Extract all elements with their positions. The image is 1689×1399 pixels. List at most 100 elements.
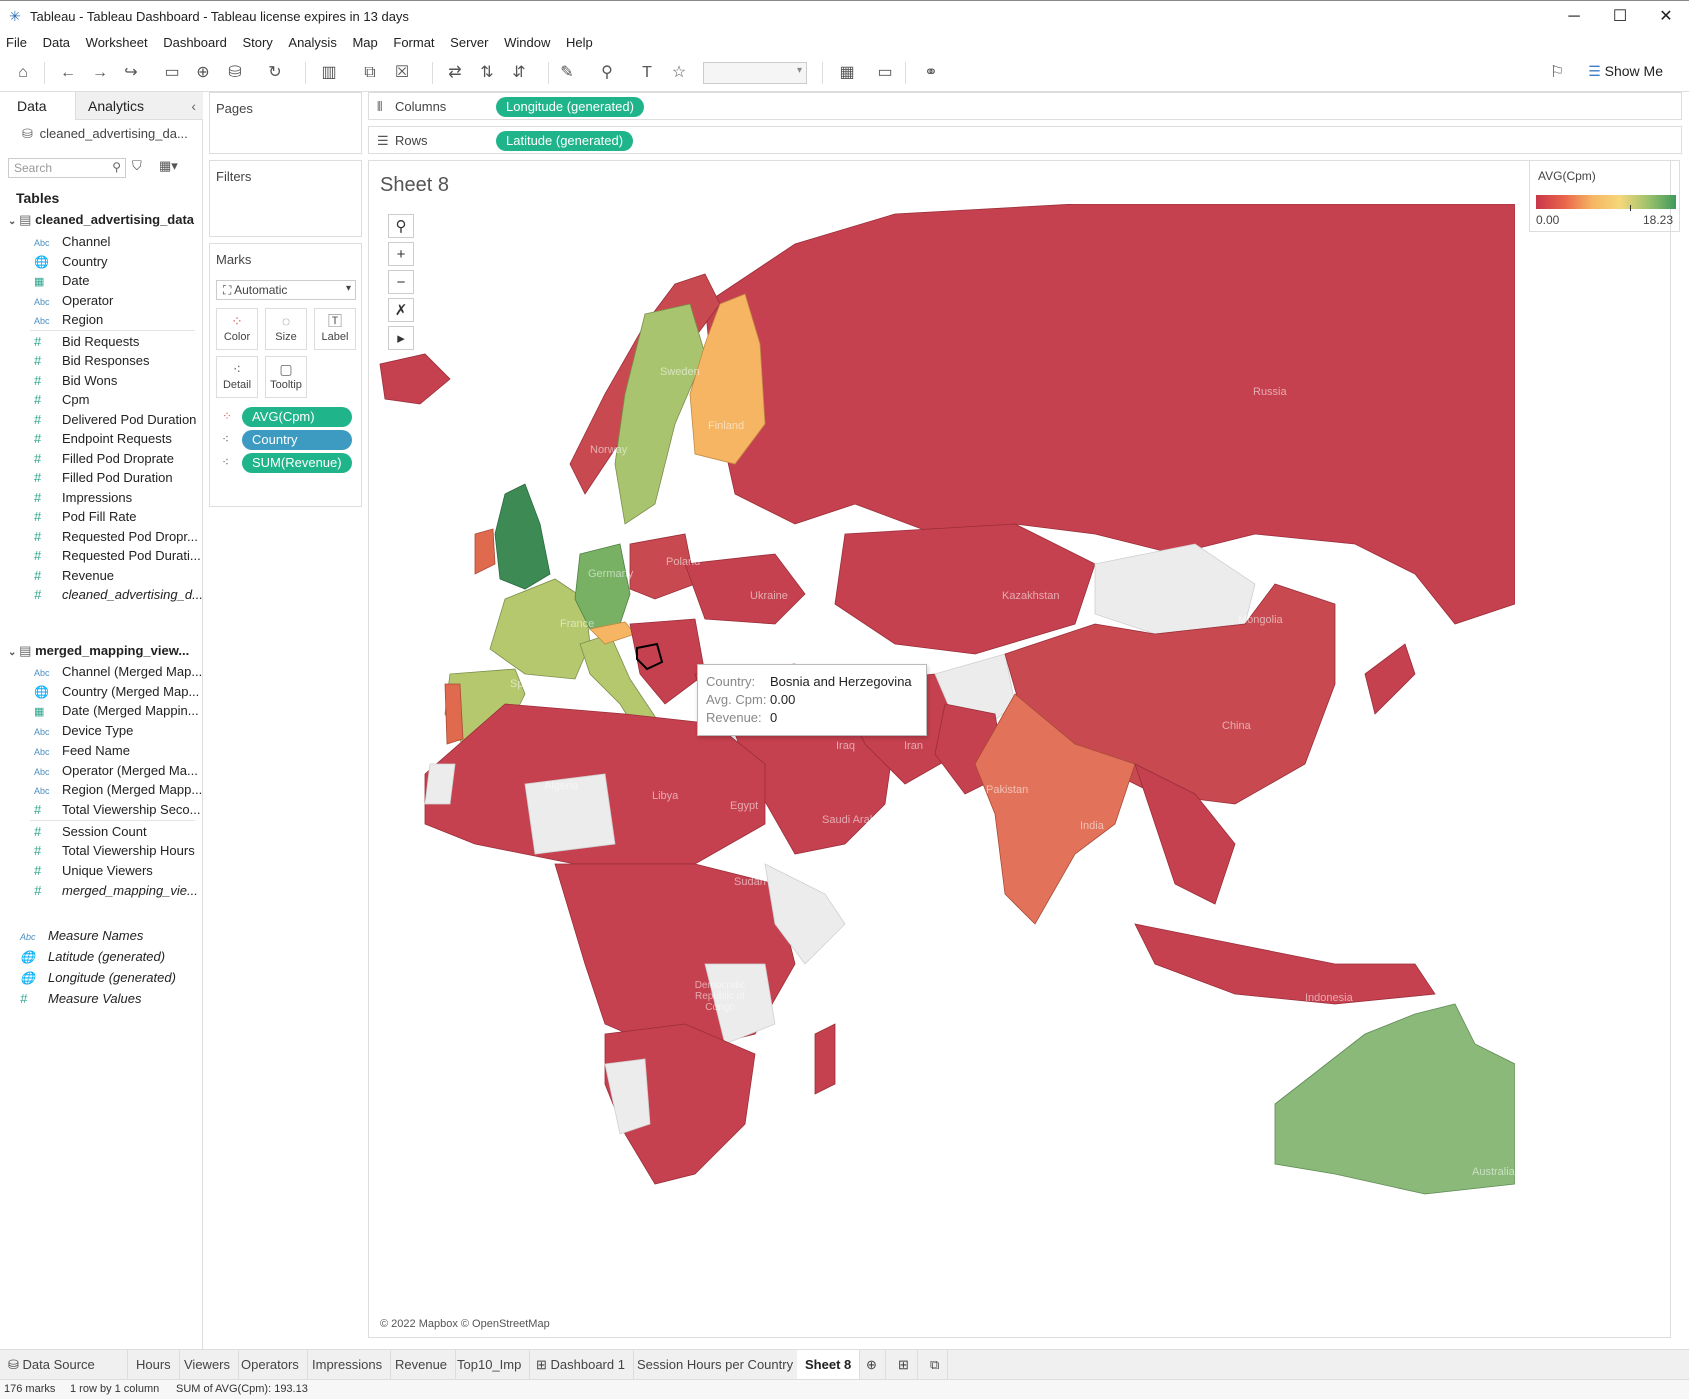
field-item[interactable]: ▦ Date xyxy=(34,273,89,288)
table-group-cleaned[interactable]: ⌄ ▤ cleaned_advertising_data xyxy=(8,212,194,228)
pill-latitude[interactable]: Latitude (generated) xyxy=(496,131,634,151)
filter-icon[interactable]: ⛉ xyxy=(132,158,142,174)
show-me-button[interactable]: ☰ Show Me xyxy=(1588,63,1663,80)
label-button[interactable]: 🅃 Label xyxy=(314,308,356,350)
book-icon[interactable]: ⚐ xyxy=(1546,62,1568,84)
menu-format[interactable]: Format xyxy=(387,32,440,54)
search-input[interactable]: Search ⚲ xyxy=(8,158,126,178)
tooltip-button[interactable]: ▢ Tooltip xyxy=(265,356,307,398)
menu-analysis[interactable]: Analysis xyxy=(282,32,342,54)
home-icon[interactable]: ⌂ xyxy=(12,62,34,84)
menu-map[interactable]: Map xyxy=(346,32,383,54)
swap-icon[interactable]: ⇄ xyxy=(444,62,466,84)
zoom-out-icon[interactable]: − xyxy=(388,270,414,294)
mark-type-dropdown[interactable]: ⛶ Automatic ▾ xyxy=(216,280,356,300)
pill-sum-revenue[interactable]: SUM(Revenue) xyxy=(242,453,352,473)
replay-icon[interactable]: ↪ xyxy=(120,62,142,84)
field-item[interactable]: # merged_mapping_vie... xyxy=(34,883,198,898)
field-item[interactable]: Abc Device Type xyxy=(34,723,133,738)
field-item[interactable]: ▦ Date (Merged Mappin... xyxy=(34,703,199,718)
minimize-button[interactable]: ─ xyxy=(1551,3,1597,31)
field-item[interactable]: Abc Channel (Merged Map... xyxy=(34,664,202,679)
field-item[interactable]: # Total Viewership Seco... xyxy=(34,802,201,817)
menu-server[interactable]: Server xyxy=(444,32,494,54)
clear-sheet-icon[interactable]: ☒ xyxy=(391,62,413,84)
table-group-merged[interactable]: ⌄ ▤ merged_mapping_view... xyxy=(8,643,189,659)
field-item[interactable]: # Requested Pod Dropr... xyxy=(34,529,198,544)
tab-revenue[interactable]: Revenue xyxy=(387,1350,457,1380)
field-item[interactable]: # Bid Wons xyxy=(34,373,117,388)
undo-icon[interactable]: ← xyxy=(57,62,79,84)
duplicate-sheet-icon[interactable]: ⧉ xyxy=(359,62,381,84)
menu-dashboard[interactable]: Dashboard xyxy=(157,32,233,54)
close-button[interactable]: ✕ xyxy=(1643,3,1689,31)
refresh-icon[interactable]: ↻ xyxy=(264,62,286,84)
field-item[interactable]: # Unique Viewers xyxy=(34,863,153,878)
save-icon[interactable]: ▭ xyxy=(161,62,183,84)
collapse-pane-icon[interactable]: ‹ xyxy=(191,98,196,114)
new-worksheet-icon[interactable]: ▥ xyxy=(318,62,340,84)
new-worksheet-tab-icon[interactable]: ⊕ xyxy=(858,1350,886,1380)
tab-hours[interactable]: Hours xyxy=(128,1350,180,1380)
field-item[interactable]: # Pod Fill Rate xyxy=(34,509,136,524)
field-item[interactable]: # Endpoint Requests xyxy=(34,431,172,446)
tab-analytics[interactable]: Analytics xyxy=(75,92,203,120)
field-item[interactable]: # Measure Values xyxy=(20,991,141,1006)
field-item[interactable]: # cleaned_advertising_d... xyxy=(34,587,203,602)
sort-descending-icon[interactable]: ⇵ xyxy=(508,62,530,84)
tab-session-hours[interactable]: Session Hours per Country xyxy=(629,1350,803,1380)
field-item[interactable]: 🌐 Latitude (generated) xyxy=(20,949,165,964)
pill-longitude[interactable]: Longitude (generated) xyxy=(496,97,644,117)
menu-window[interactable]: Window xyxy=(498,32,556,54)
tab-sheet-8[interactable]: Sheet 8 xyxy=(797,1350,861,1380)
tab-data-source[interactable]: ⛁ Data Source xyxy=(0,1350,128,1380)
tab-viewers[interactable]: Viewers xyxy=(176,1350,240,1380)
size-button[interactable]: ◌ Size xyxy=(265,308,307,350)
field-item[interactable]: # Session Count xyxy=(34,824,147,839)
field-item[interactable]: # Filled Pod Droprate xyxy=(34,451,174,466)
field-item[interactable]: Abc Operator (Merged Ma... xyxy=(34,763,198,778)
new-datasource-icon[interactable]: ⊕ xyxy=(192,62,214,84)
field-item[interactable]: # Filled Pod Duration xyxy=(34,470,173,485)
field-item[interactable]: Abc Measure Names xyxy=(20,928,143,943)
maximize-button[interactable]: ☐ xyxy=(1597,3,1643,31)
map-view[interactable] xyxy=(375,204,1515,1319)
field-item[interactable]: # Bid Responses xyxy=(34,353,149,368)
new-story-tab-icon[interactable]: ⧉ xyxy=(922,1350,949,1380)
fix-axes-icon[interactable]: ☆ xyxy=(668,62,690,84)
tab-impressions[interactable]: Impressions xyxy=(304,1350,392,1380)
zoom-in-icon[interactable]: + xyxy=(388,242,414,266)
field-item[interactable]: Abc Region (Merged Mapp... xyxy=(34,782,202,797)
filters-card[interactable]: Filters xyxy=(209,160,362,237)
show-labels-icon[interactable]: ▦ xyxy=(836,62,858,84)
pill-avg-cpm[interactable]: AVG(Cpm) xyxy=(242,407,352,427)
share-icon[interactable]: ⚭ xyxy=(920,62,942,84)
label-icon[interactable]: T xyxy=(636,62,658,84)
map-toolbar-expand-icon[interactable]: ▸ xyxy=(388,326,414,350)
highlight-icon[interactable]: ✎ xyxy=(556,62,578,84)
field-item[interactable]: # Requested Pod Durati... xyxy=(34,548,201,563)
field-item[interactable]: Abc Region xyxy=(34,312,103,327)
map-search-icon[interactable]: ⚲ xyxy=(388,214,414,238)
field-item[interactable]: # Cpm xyxy=(34,392,89,407)
group-icon[interactable]: ⚲ xyxy=(596,62,618,84)
columns-shelf[interactable]: ⫴ Columns Longitude (generated) xyxy=(368,92,1682,120)
field-item[interactable]: 🌐 Country xyxy=(34,254,108,269)
tab-top10-imp[interactable]: Top10_Imp xyxy=(449,1350,531,1380)
pause-updates-icon[interactable]: ⛁ xyxy=(224,62,246,84)
menu-worksheet[interactable]: Worksheet xyxy=(80,32,154,54)
new-dashboard-tab-icon[interactable]: ⊞ xyxy=(890,1350,918,1380)
fit-dropdown[interactable] xyxy=(703,62,807,84)
field-item[interactable]: Abc Channel xyxy=(34,234,110,249)
menu-data[interactable]: Data xyxy=(37,32,76,54)
tab-dashboard-1[interactable]: ⊞ Dashboard 1 xyxy=(528,1350,634,1380)
field-item[interactable]: 🌐 Country (Merged Map... xyxy=(34,684,199,699)
field-item[interactable]: 🌐 Longitude (generated) xyxy=(20,970,176,985)
menu-help[interactable]: Help xyxy=(560,32,599,54)
color-button[interactable]: ⁘ Color xyxy=(216,308,258,350)
field-item[interactable]: # Revenue xyxy=(34,568,114,583)
field-item[interactable]: # Delivered Pod Duration xyxy=(34,412,196,427)
view-options-icon[interactable]: ▦▾ xyxy=(159,158,178,174)
redo-icon[interactable]: → xyxy=(89,62,111,84)
color-legend[interactable]: AVG(Cpm) 0.00 18.23 xyxy=(1529,160,1680,232)
